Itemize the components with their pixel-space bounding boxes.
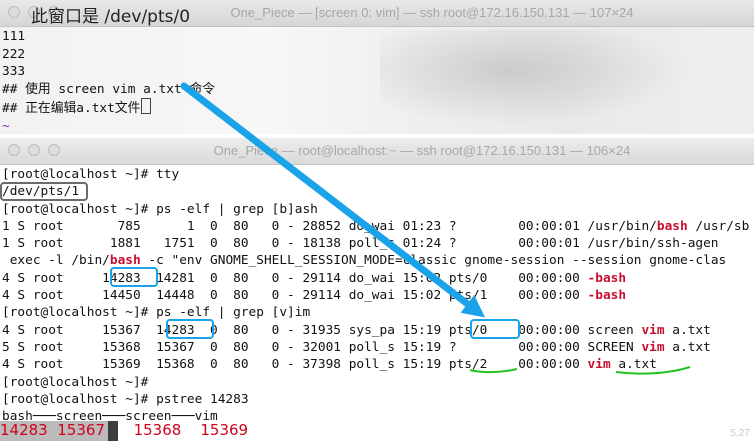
arrow-pointer bbox=[180, 82, 486, 318]
vim-atxt-underline bbox=[615, 366, 691, 375]
pts2-underline bbox=[469, 368, 518, 374]
annotation-overlay bbox=[180, 82, 691, 375]
